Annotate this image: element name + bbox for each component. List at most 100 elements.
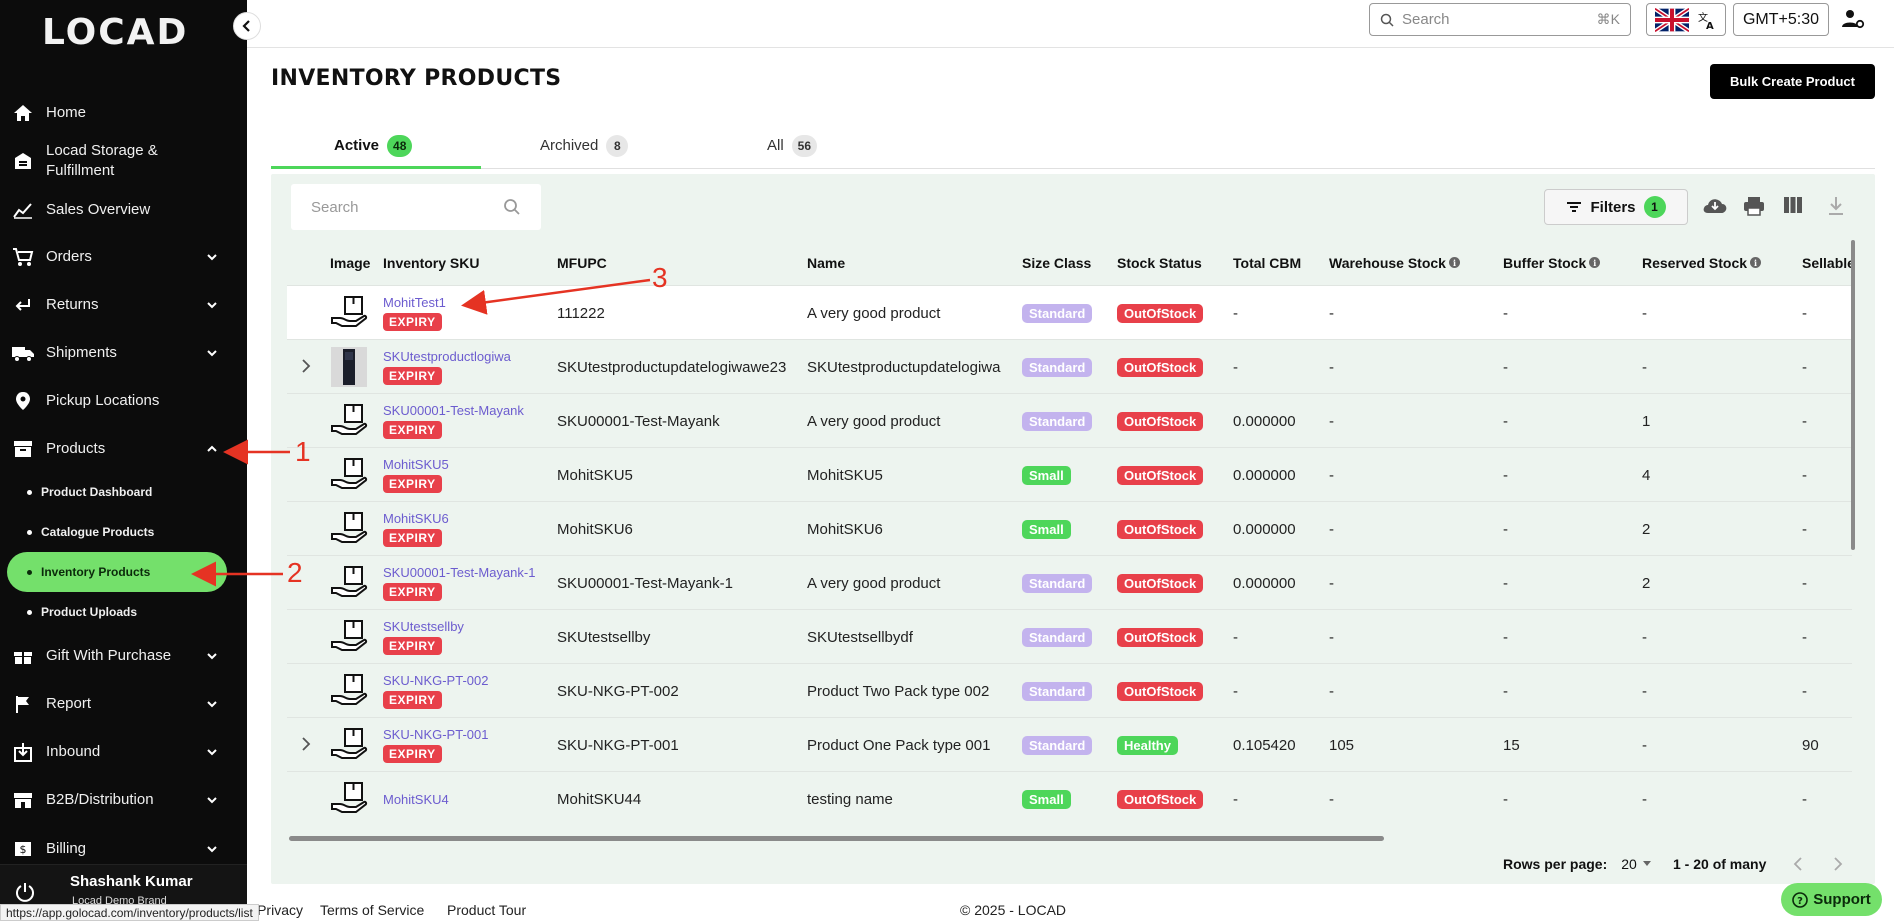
tab-archived[interactable]: Archived 8 <box>540 122 629 169</box>
support-button[interactable]: ? Support <box>1781 883 1882 916</box>
sku-link[interactable]: SKU00001-Test-Mayank <box>383 403 524 418</box>
sidebar-item-returns[interactable]: Returns <box>0 292 247 318</box>
table-row[interactable]: MohitSKU6 EXPIRY MohitSKU6 MohitSKU6 0.00000… <box>287 501 1852 555</box>
sidebar-item-billing[interactable]: $ Billing <box>0 836 247 862</box>
sidebar-item-gift-with-purchase[interactable]: Gift With Purchase <box>0 643 247 669</box>
header-name[interactable]: Name <box>807 240 845 285</box>
info-icon[interactable]: i <box>1589 257 1601 268</box>
prev-page-icon[interactable] <box>1793 857 1803 871</box>
account-settings-icon[interactable] <box>1841 8 1865 30</box>
sku-link[interactable]: MohitSKU6 <box>383 511 449 526</box>
sku-link[interactable]: SKU-NKG-PT-002 <box>383 673 488 688</box>
table-header: Image Inventory SKU MFUPC Name Size Clas… <box>287 240 1852 285</box>
table-row[interactable]: SKUtestsellby EXPIRY SKUtestsellby SKUtests… <box>287 609 1852 663</box>
caret-down-icon[interactable] <box>1642 861 1651 867</box>
header-stock-status[interactable]: Stock Status <box>1117 240 1202 285</box>
header-sellable[interactable]: Sellable <box>1802 240 1852 285</box>
sidebar-sub-product-uploads[interactable]: Product Uploads <box>0 602 247 622</box>
sku-link[interactable]: MohitSKU5 <box>383 457 449 472</box>
power-icon[interactable] <box>14 881 36 903</box>
sidebar-item-inbound[interactable]: Inbound <box>0 739 247 765</box>
sidebar-item-locad-storage[interactable]: Locad Storage & Fulfillment <box>0 140 247 182</box>
sidebar-item-pickup-locations[interactable]: Pickup Locations <box>0 388 247 414</box>
locad-logo[interactable]: LOCAD <box>42 12 188 53</box>
sidebar-item-home[interactable]: Home <box>0 100 247 126</box>
sidebar-item-sales-overview[interactable]: Sales Overview <box>0 197 247 223</box>
collapse-sidebar-button[interactable] <box>233 12 261 40</box>
status-tabs: Active 48 Archived 8 All 56 <box>271 122 1875 169</box>
cell-sellable: - <box>1802 412 1807 430</box>
sidebar-item-label: Locad Storage & Fulfillment <box>46 142 158 179</box>
next-page-icon[interactable] <box>1833 857 1843 871</box>
cell-stock-status: OutOfStock <box>1117 394 1227 448</box>
table-row[interactable]: MohitSKU4 MohitSKU44 testing name - - - - - Smal… <box>287 771 1852 825</box>
header-reserved-stock[interactable]: Reserved Stock i <box>1642 240 1762 285</box>
table-row[interactable]: SKU-NKG-PT-001 EXPIRY SKU-NKG-PT-001 Produc… <box>287 717 1852 771</box>
sidebar-sub-inventory-products[interactable]: Inventory Products <box>7 552 227 592</box>
expand-row-icon[interactable] <box>301 737 311 751</box>
cart-icon <box>10 246 36 268</box>
product-image <box>329 724 369 766</box>
cell-buffer-stock: 15 <box>1503 736 1520 754</box>
cell-sellable: - <box>1802 466 1807 484</box>
cell-reserved-stock: 4 <box>1642 466 1651 484</box>
table-row[interactable]: SKU00001-Test-Mayank-1 EXPIRY SKU00001-Tes… <box>287 555 1852 609</box>
rows-per-page-select[interactable]: 20 <box>1621 856 1637 872</box>
sku-link[interactable]: SKUtestproductlogiwa <box>383 349 511 364</box>
info-icon[interactable]: i <box>1750 257 1762 268</box>
bulk-create-product-button[interactable]: Bulk Create Product <box>1710 64 1875 99</box>
horizontal-scrollbar[interactable] <box>289 836 1384 841</box>
sidebar-item-b2b-distribution[interactable]: B2B/Distribution <box>0 787 247 813</box>
info-icon[interactable]: i <box>1448 257 1460 268</box>
sidebar-sub-product-dashboard[interactable]: Product Dashboard <box>0 482 247 502</box>
translate-icon: 文A <box>1698 11 1714 30</box>
sku-link[interactable]: SKU-NKG-PT-001 <box>383 727 488 742</box>
timezone-selector[interactable]: GMT+5:30 <box>1733 3 1829 36</box>
header-warehouse-stock[interactable]: Warehouse Stock i <box>1329 240 1460 285</box>
tab-all[interactable]: All 56 <box>767 122 818 169</box>
filters-button[interactable]: Filters 1 <box>1544 189 1688 225</box>
header-inventory-sku[interactable]: Inventory SKU <box>383 240 479 285</box>
header-buffer-stock[interactable]: Buffer Stock i <box>1503 240 1601 285</box>
global-search-input[interactable]: Search ⌘K <box>1369 3 1631 36</box>
header-mfupc[interactable]: MFUPC <box>557 240 607 285</box>
language-selector[interactable]: 文A <box>1646 3 1726 36</box>
table-row[interactable]: MohitSKU5 EXPIRY MohitSKU5 MohitSKU5 0.00000… <box>287 447 1852 501</box>
chart-icon <box>10 199 36 221</box>
cell-inventory-sku: MohitSKU4 <box>383 772 553 826</box>
columns-icon[interactable] <box>1783 196 1803 214</box>
sidebar-sub-catalogue-products[interactable]: Catalogue Products <box>0 522 247 542</box>
print-icon[interactable] <box>1743 196 1765 216</box>
size-class-badge: Standard <box>1022 735 1093 755</box>
header-total-cbm[interactable]: Total CBM <box>1233 240 1301 285</box>
cloud-download-icon[interactable] <box>1702 196 1728 216</box>
expand-row-icon[interactable] <box>301 359 311 373</box>
table-row[interactable]: MohitTest1 EXPIRY 111222 A very good produc… <box>287 285 1852 339</box>
table-row[interactable]: SKUtestproductlogiwa EXPIRY SKUtestproduct… <box>287 339 1852 393</box>
sku-link[interactable]: MohitSKU4 <box>383 792 449 807</box>
sku-link[interactable]: SKUtestsellby <box>383 619 464 634</box>
footer-terms-link[interactable]: Terms of Service <box>320 902 424 918</box>
tab-active[interactable]: Active 48 <box>334 122 413 169</box>
download-icon[interactable] <box>1827 196 1845 216</box>
cell-name: A very good product <box>807 574 941 592</box>
sidebar-item-orders[interactable]: Orders <box>0 244 247 270</box>
cell-warehouse-stock: - <box>1329 628 1334 646</box>
cell-stock-status: Healthy <box>1117 718 1227 772</box>
sku-link[interactable]: SKU00001-Test-Mayank-1 <box>383 565 535 580</box>
sidebar-item-report[interactable]: Report <box>0 691 247 717</box>
svg-text:?: ? <box>1797 896 1803 907</box>
vertical-scrollbar[interactable] <box>1851 240 1855 550</box>
table-search-input[interactable]: Search <box>291 184 541 230</box>
header-size-class[interactable]: Size Class <box>1022 240 1091 285</box>
table-row[interactable]: SKU-NKG-PT-002 EXPIRY SKU-NKG-PT-002 Produc… <box>287 663 1852 717</box>
expiry-badge: EXPIRY <box>383 421 442 439</box>
footer-product-tour-link[interactable]: Product Tour <box>447 902 526 918</box>
sidebar-item-products[interactable]: Products <box>0 436 247 462</box>
cell-reserved-stock: - <box>1642 736 1647 754</box>
sku-link[interactable]: MohitTest1 <box>383 295 446 310</box>
sidebar-item-shipments[interactable]: Shipments <box>0 340 247 366</box>
table-row[interactable]: SKU00001-Test-Mayank EXPIRY SKU00001-Test-… <box>287 393 1852 447</box>
sidebar-item-label: Report <box>46 695 92 712</box>
cell-inventory-sku: MohitSKU6 EXPIRY <box>383 502 553 556</box>
